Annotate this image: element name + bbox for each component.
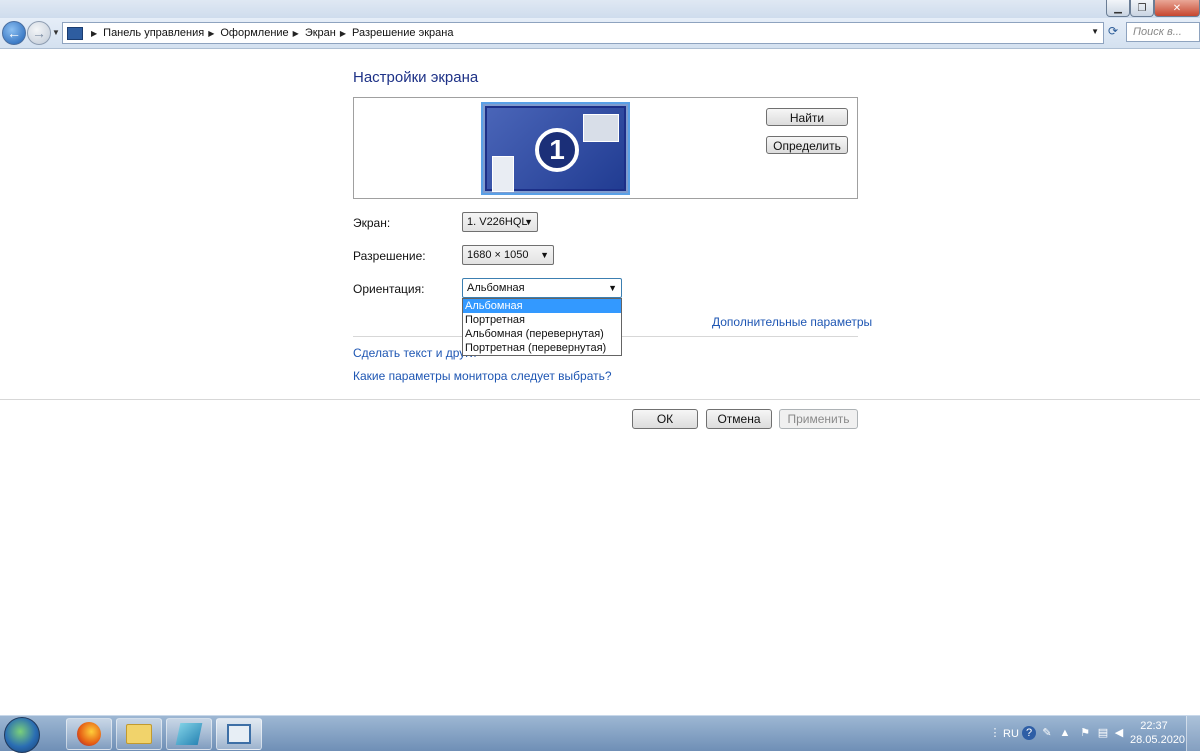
clock-time: 22:37 — [1140, 720, 1168, 732]
app-icon — [175, 723, 203, 745]
identify-button[interactable]: Определить — [766, 136, 848, 154]
monitor-number-badge: 1 — [535, 128, 579, 172]
chevron-right-icon[interactable]: ▶ — [91, 29, 97, 38]
apply-button[interactable]: Применить — [779, 409, 858, 429]
address-bar[interactable]: ▶ Панель управления ▶ Оформление ▶ Экран… — [62, 22, 1104, 44]
clock-date: 28.05.2020 — [1130, 734, 1186, 746]
monitor-preview-pane: 1 Найти Определить — [353, 97, 858, 199]
folder-icon — [126, 724, 152, 744]
forward-arrow-icon: → — [32, 25, 46, 41]
orientation-option[interactable]: Портретная — [463, 313, 621, 327]
orientation-dropdown-list: Альбомная Портретная Альбомная (переверн… — [462, 298, 622, 356]
monitor-thumbnail[interactable]: 1 — [481, 102, 630, 195]
display-select-value: 1. V226HQL — [467, 216, 528, 228]
back-arrow-icon: ← — [7, 25, 21, 41]
back-button[interactable]: ← — [2, 21, 26, 45]
window-title-bar: ▁ ❐ ✕ — [0, 0, 1200, 18]
show-desktop-button[interactable] — [1186, 716, 1200, 751]
taskbar-app[interactable] — [166, 718, 212, 750]
refresh-icon[interactable]: ⟳ — [1104, 24, 1122, 42]
footer-divider — [0, 399, 1200, 400]
sidebar-preview-icon — [492, 156, 514, 192]
navigation-bar: ← → ▼ ▶ Панель управления ▶ Оформление ▶… — [0, 18, 1200, 49]
orientation-select[interactable]: Альбомная ▼ — [462, 278, 622, 298]
orientation-label: Ориентация: — [353, 282, 425, 296]
recent-pages-dropdown[interactable]: ▼ — [52, 28, 60, 37]
orientation-option[interactable]: Альбомная — [463, 299, 621, 313]
cancel-button[interactable]: Отмена — [706, 409, 772, 429]
help-icon[interactable]: ? — [1022, 726, 1036, 740]
breadcrumb-item[interactable]: Панель управления — [103, 27, 204, 39]
show-hidden-icons[interactable]: ▲ — [1058, 726, 1072, 740]
control-panel-icon — [67, 26, 83, 40]
minimize-button[interactable]: ▁ — [1106, 0, 1130, 17]
advanced-settings-link[interactable]: Дополнительные параметры — [712, 315, 872, 329]
network-icon[interactable]: ▤ — [1096, 726, 1110, 740]
search-input[interactable]: Поиск в... — [1126, 22, 1200, 42]
taskbar-firefox[interactable] — [66, 718, 112, 750]
volume-icon[interactable]: ◀ — [1112, 726, 1126, 740]
orientation-select-value: Альбомная — [467, 282, 525, 294]
breadcrumb-item[interactable]: Разрешение экрана — [352, 27, 453, 39]
text-size-link[interactable]: Сделать текст и други — [353, 346, 476, 360]
find-button[interactable]: Найти — [766, 108, 848, 126]
tray-settings-icon[interactable]: ✎ — [1040, 726, 1054, 740]
address-dropdown-icon[interactable]: ▼ — [1091, 27, 1099, 36]
taskbar-control-panel[interactable] — [216, 718, 262, 750]
monitor-help-link[interactable]: Какие параметры монитора следует выбрать… — [353, 369, 612, 383]
chevron-right-icon[interactable]: ▶ — [293, 29, 299, 38]
firefox-icon — [77, 722, 101, 746]
ok-button[interactable]: ОК — [632, 409, 698, 429]
forward-button[interactable]: → — [27, 21, 51, 45]
resolution-select[interactable]: 1680 × 1050 ▼ — [462, 245, 554, 265]
monitor-screen: 1 — [487, 108, 624, 192]
orientation-option[interactable]: Альбомная (перевернутая) — [463, 327, 621, 341]
control-panel-icon — [227, 724, 251, 744]
orientation-option[interactable]: Портретная (перевернутая) — [463, 341, 621, 355]
tray-grip-icon: ⋮ — [989, 727, 1001, 739]
resolution-select-value: 1680 × 1050 — [467, 249, 529, 261]
page-title: Настройки экрана — [353, 69, 479, 86]
chevron-right-icon[interactable]: ▶ — [208, 29, 214, 38]
maximize-button[interactable]: ❐ — [1130, 0, 1154, 17]
taskbar: ⋮ RU ? ✎ ▲ ⚑ ▤ ◀ 22:37 28.05.2020 — [0, 715, 1200, 753]
language-indicator[interactable]: RU — [1003, 716, 1019, 751]
display-label: Экран: — [353, 216, 391, 230]
close-button[interactable]: ✕ — [1154, 0, 1200, 17]
breadcrumb-item[interactable]: Экран — [305, 27, 336, 39]
start-button[interactable] — [4, 717, 40, 753]
taskbar-explorer[interactable] — [116, 718, 162, 750]
resolution-label: Разрешение: — [353, 249, 426, 263]
window-preview-icon — [583, 114, 619, 142]
dropdown-arrow-icon: ▼ — [524, 217, 533, 227]
breadcrumb: ▶ Панель управления ▶ Оформление ▶ Экран… — [87, 27, 453, 39]
breadcrumb-item[interactable]: Оформление — [220, 27, 288, 39]
flag-icon[interactable]: ⚑ — [1078, 726, 1092, 740]
dropdown-arrow-icon: ▼ — [608, 283, 617, 293]
chevron-right-icon[interactable]: ▶ — [340, 29, 346, 38]
display-select[interactable]: 1. V226HQL ▼ — [462, 212, 538, 232]
dropdown-arrow-icon: ▼ — [540, 250, 549, 260]
clock[interactable]: 22:37 28.05.2020 — [1130, 719, 1186, 747]
